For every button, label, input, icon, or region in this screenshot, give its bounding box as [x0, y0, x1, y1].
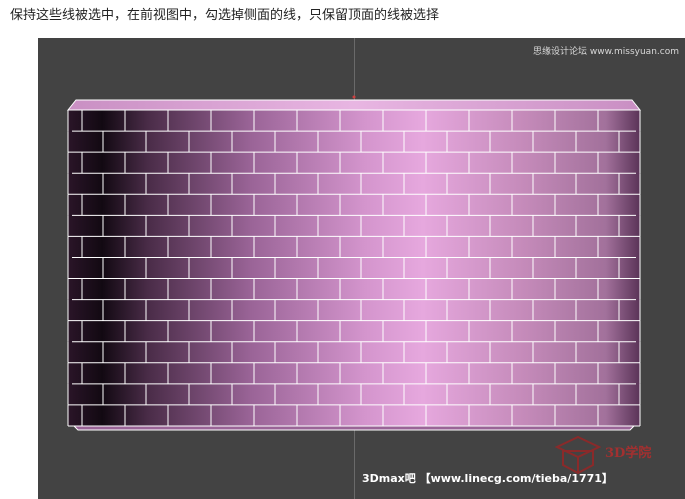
- wall-top-face[interactable]: [66, 99, 642, 111]
- watermark-bottom: 3Dmax吧 【www.linecg.com/tieba/1771】: [362, 472, 613, 485]
- front-viewport[interactable]: 思缘设计论坛 www.missyuan.com 3D学院 3Dmax吧 【www…: [38, 38, 685, 499]
- wall-bottom-edge: [72, 425, 636, 431]
- brick-wall-mesh[interactable]: [38, 38, 685, 499]
- pivot-marker: [352, 95, 356, 99]
- wall-front-face[interactable]: [68, 110, 640, 426]
- instruction-text: 保持这些线被选中，在前视图中，勾选掉侧面的线，只保留顶面的线被选择: [10, 8, 440, 23]
- logo-text: 3D学院: [605, 446, 652, 461]
- wall-bricks-group: [66, 95, 642, 431]
